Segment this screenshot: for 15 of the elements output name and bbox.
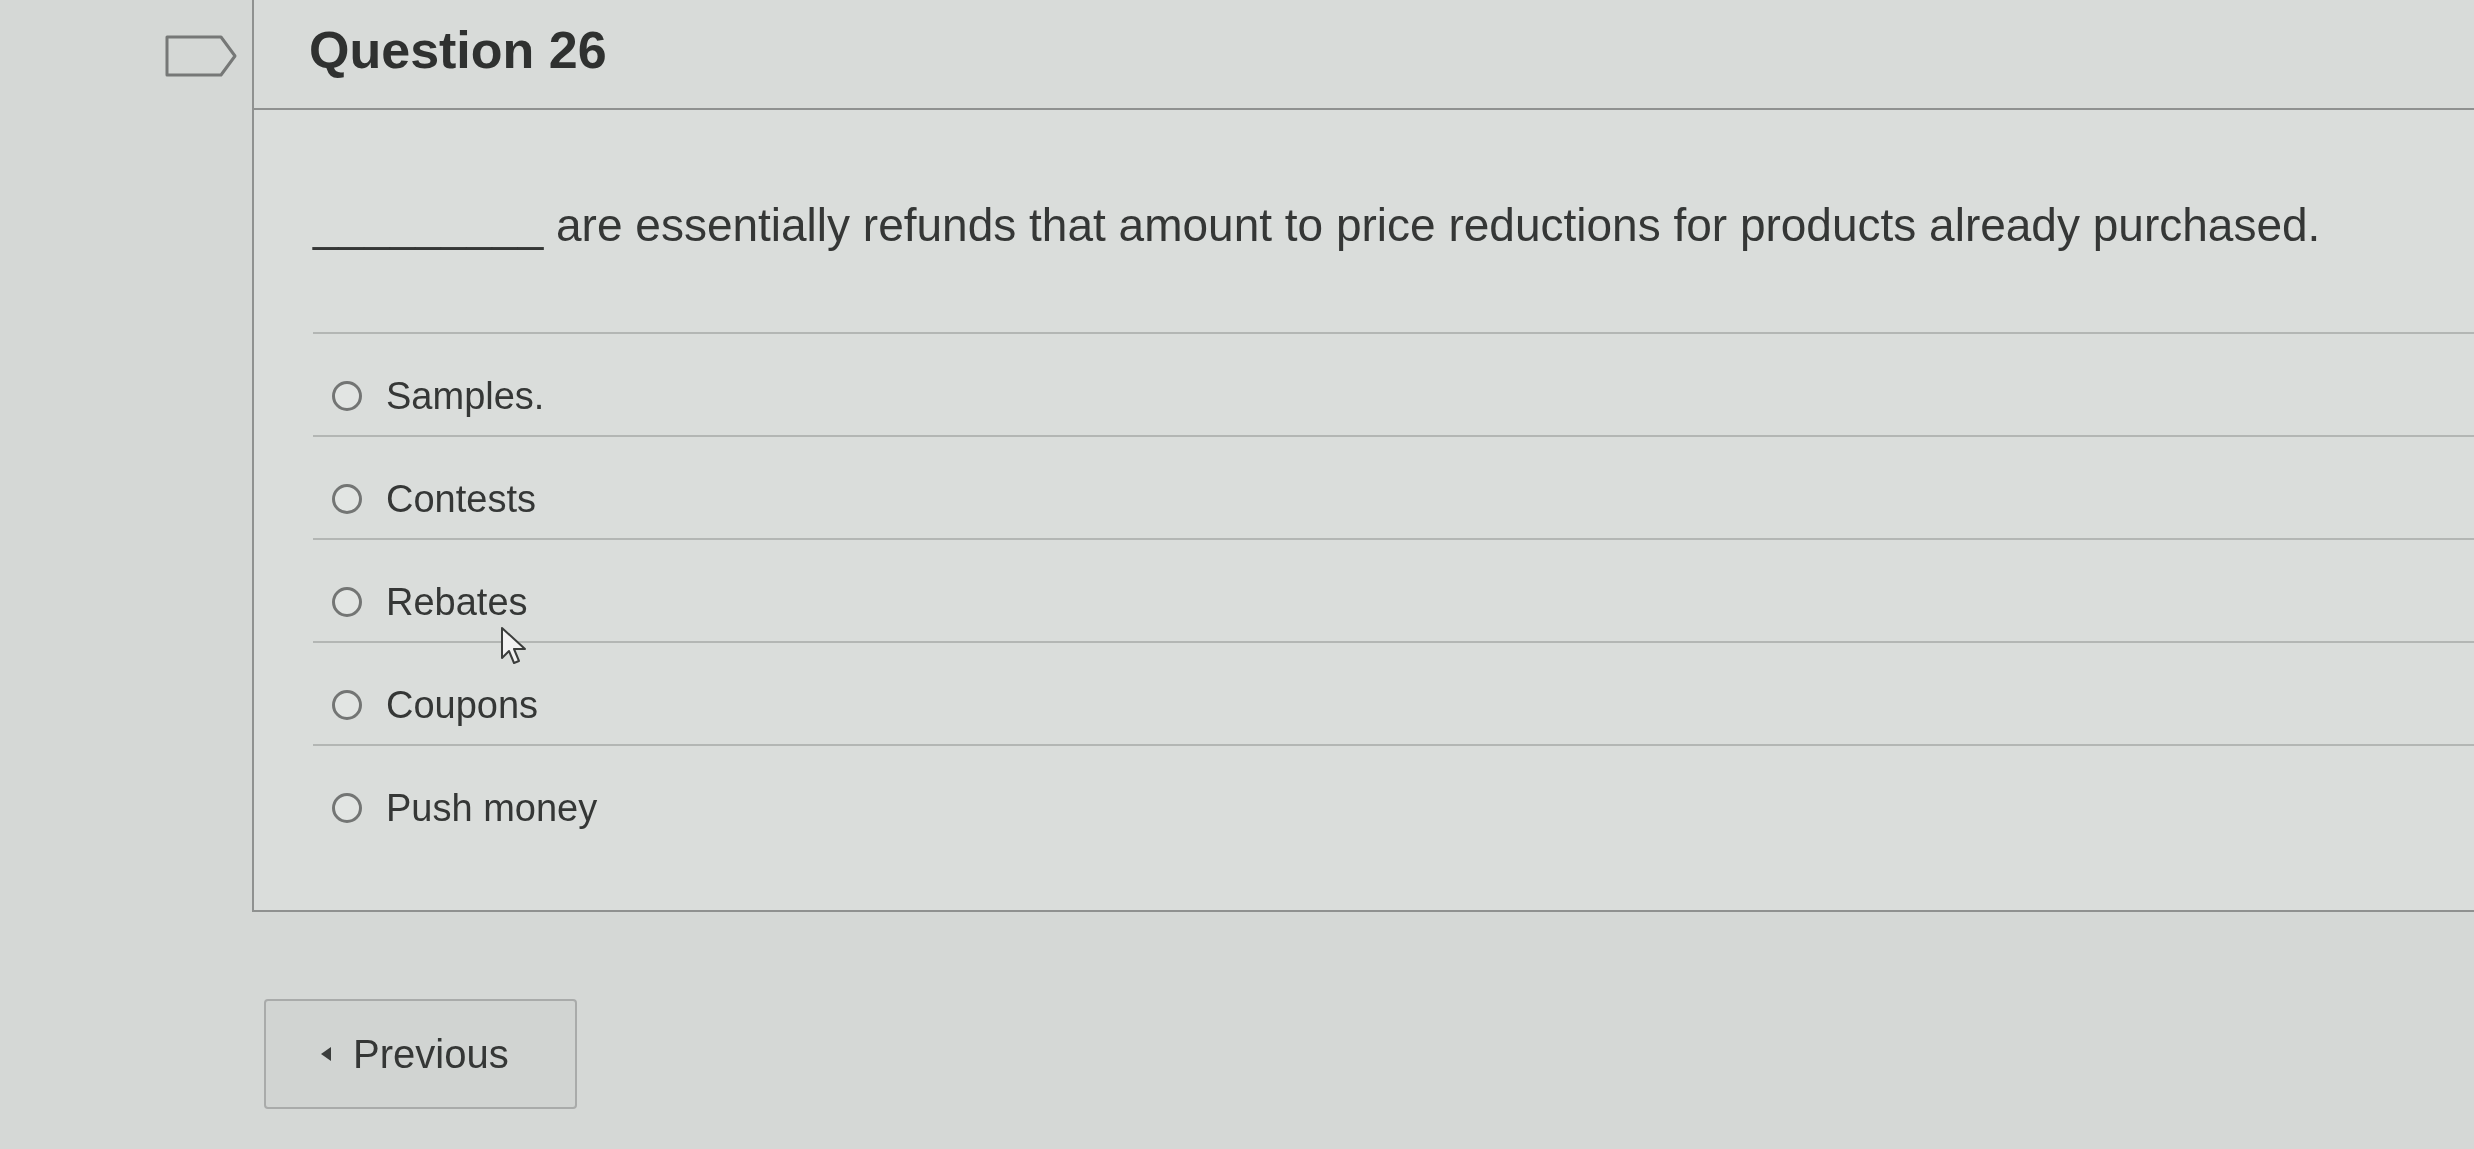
radio-button[interactable] <box>332 793 362 823</box>
answer-label[interactable]: Contests <box>386 477 536 521</box>
flag-icon[interactable] <box>165 35 237 77</box>
answer-label[interactable]: Samples. <box>386 374 545 418</box>
radio-button[interactable] <box>332 587 362 617</box>
caret-left-icon <box>321 1047 331 1061</box>
question-title: Question 26 <box>309 20 607 81</box>
answer-label[interactable]: Rebates <box>386 580 528 624</box>
answer-label[interactable]: Coupons <box>386 683 539 727</box>
radio-button[interactable] <box>332 381 362 411</box>
radio-button[interactable] <box>332 690 362 720</box>
radio-button[interactable] <box>332 484 362 514</box>
answer-label[interactable]: Push money <box>386 786 598 830</box>
previous-button[interactable]: Previous <box>264 999 577 1109</box>
question-text: _________ are essentially refunds that amount to price reductions for products already purchased. <box>313 198 2321 252</box>
